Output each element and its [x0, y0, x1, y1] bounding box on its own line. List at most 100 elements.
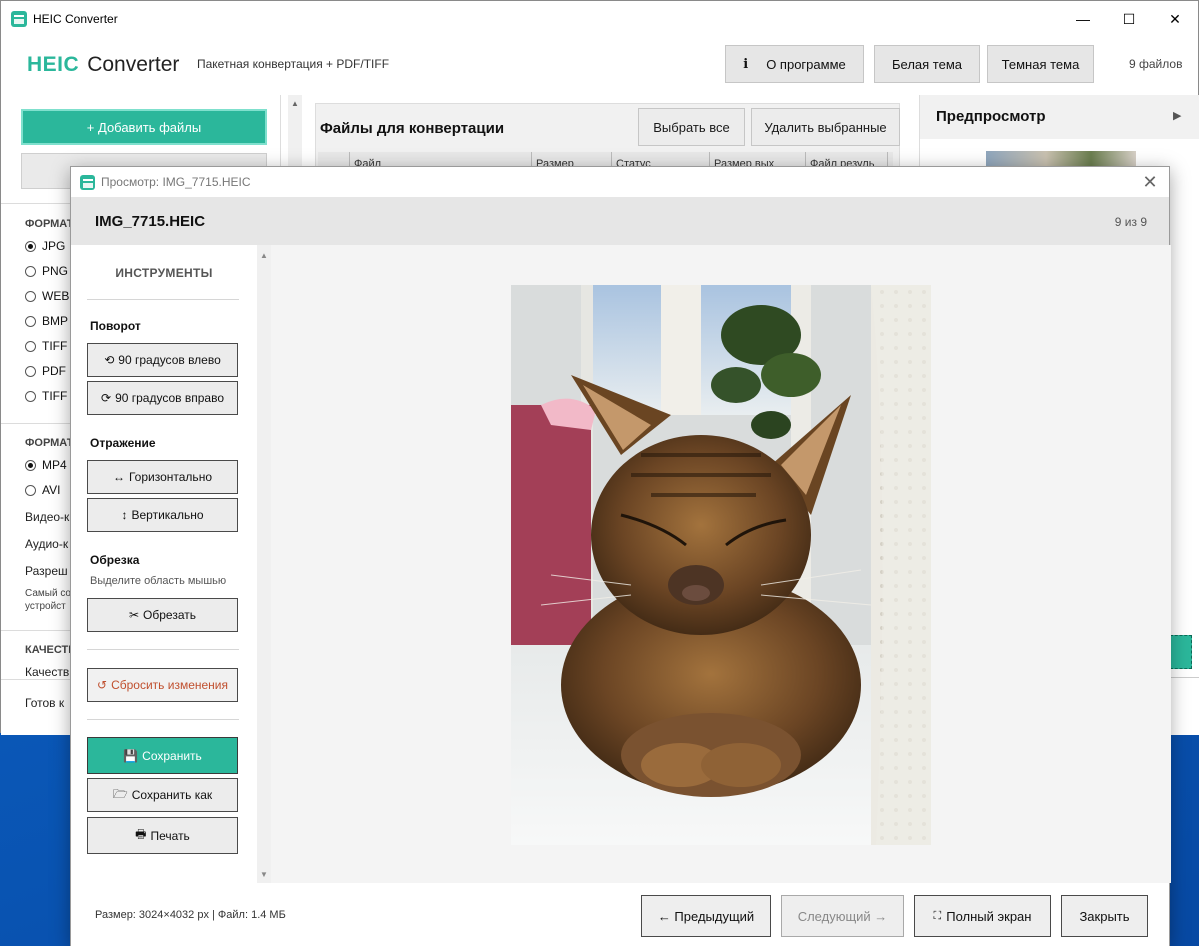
previous-button[interactable]: ← Предыдущий [641, 895, 771, 937]
radio-icon [25, 265, 36, 277]
next-button[interactable]: Следующий → [781, 895, 904, 937]
format-radio-jpg[interactable]: JPG [25, 239, 65, 253]
save-as-button[interactable]: 🗁 Сохранить как [87, 778, 238, 812]
image-format-heading: ФОРМАТ [25, 218, 74, 230]
crop-hint: Выделите область мышью [90, 575, 227, 587]
file-list-title: Файлы для конвертации [320, 120, 505, 137]
resolution-label: Разреш [25, 564, 68, 578]
file-name: IMG_7715.HEIC [95, 213, 206, 230]
format-radio-tiff-multi[interactable]: TIFF ( [25, 389, 75, 403]
reset-changes-button[interactable]: ↺ Сбросить изменения [87, 668, 238, 702]
brand-heic: HEIC [27, 53, 80, 76]
radio-label: TIFF [42, 339, 68, 353]
format-radio-bmp[interactable]: BMP [25, 314, 68, 328]
crop-button[interactable]: ✂ Обрезать [87, 598, 238, 632]
hint-line-2: устройст [25, 601, 66, 612]
app-subtitle: Пакетная конвертация + PDF/TIFF [197, 57, 390, 71]
dialog-title-bar[interactable]: Просмотр: IMG_7715.HEIC ✕ [71, 167, 1169, 197]
about-label: О программе [766, 56, 846, 72]
fullscreen-icon: ⛶ [933, 909, 942, 922]
radio-label: BMP [42, 314, 69, 328]
about-button[interactable]: i О программе [725, 45, 864, 83]
printer-icon: 🖶 [135, 827, 147, 841]
radio-icon [25, 290, 36, 302]
button-label: Полный экран [946, 908, 1032, 924]
info-icon: i [743, 56, 749, 72]
add-files-button[interactable]: + Добавить файлы [21, 109, 267, 145]
close-window-button[interactable]: ✕ [1152, 1, 1198, 37]
save-button[interactable]: 💾 Сохранить [87, 737, 238, 774]
video-format-heading: ФОРМАТ [25, 437, 74, 449]
button-label: Сохранить [142, 748, 202, 763]
scroll-up-icon[interactable]: ▲ [291, 99, 299, 108]
dialog-title: Просмотр: IMG_7715.HEIC [101, 175, 251, 189]
chevron-right-icon[interactable]: ▶ [1173, 109, 1181, 122]
divider [87, 719, 239, 720]
video-codec-label: Видео-к [25, 510, 70, 524]
quality-heading: КАЧЕСТВ [25, 644, 77, 656]
focused-action-button[interactable] [1170, 635, 1192, 669]
delete-selected-button[interactable]: Удалить выбранные [751, 108, 900, 146]
title-bar[interactable]: HEIC Converter — ☐ ✕ [1, 1, 1198, 37]
format-radio-mp4[interactable]: MP4 [25, 458, 67, 472]
window-title: HEIC Converter [33, 12, 118, 26]
files-count: 9 файлов [1129, 57, 1183, 71]
tools-panel: ИНСТРУМЕНТЫ Поворот ⟲ 90 градусов влево ⟳… [71, 245, 257, 883]
dialog-footer: Размер: 3024×4032 px | Файл: 1.4 МБ ← Пр… [71, 883, 1169, 946]
button-label: Обрезать [143, 608, 196, 622]
image-viewer[interactable] [271, 245, 1171, 883]
close-icon[interactable]: ✕ [1137, 169, 1163, 195]
format-radio-tiff[interactable]: TIFF [25, 339, 67, 353]
print-button[interactable]: 🖶 Печать [87, 817, 238, 854]
fullscreen-button[interactable]: ⛶ Полный экран [914, 895, 1051, 937]
reset-icon: ↺ [97, 678, 108, 692]
format-radio-avi[interactable]: AVI [25, 483, 60, 497]
crop-label: Обрезка [90, 553, 140, 567]
preview-dialog: Просмотр: IMG_7715.HEIC ✕ IMG_7715.HEIC … [70, 166, 1171, 946]
radio-icon [25, 390, 36, 402]
save-disk-icon: 💾 [123, 748, 139, 763]
radio-icon [25, 315, 36, 327]
app-header: HEIC Converter Пакетная конвертация + PDF… [1, 37, 1198, 95]
radio-label: JPG [42, 239, 66, 253]
flip-label: Отражение [90, 436, 156, 450]
light-theme-button[interactable]: Белая тема [874, 45, 980, 83]
scroll-down-icon[interactable]: ▼ [260, 870, 268, 879]
flip-horizontal-icon: ↔ [112, 470, 125, 484]
hint-line-1: Самый со [25, 588, 71, 599]
close-dialog-button[interactable]: Закрыть [1061, 895, 1148, 937]
rotate-left-button[interactable]: ⟲ 90 градусов влево [87, 343, 238, 377]
dark-theme-button[interactable]: Темная тема [987, 45, 1094, 83]
app-icon [80, 174, 95, 190]
radio-icon [25, 484, 36, 496]
radio-label: MP4 [42, 458, 67, 472]
rotate-right-button[interactable]: ⟳ 90 градусов вправо [87, 381, 238, 415]
format-radio-png[interactable]: PNG [25, 264, 68, 278]
quality-label: Качеств [25, 665, 70, 679]
scroll-up-icon[interactable]: ▲ [260, 251, 268, 260]
tools-scrollbar[interactable]: ▲ ▼ [257, 245, 271, 883]
flip-vertical-icon: ↕ [121, 508, 128, 522]
button-label: Сбросить изменения [111, 678, 228, 692]
radio-icon [25, 365, 36, 377]
minimize-button[interactable]: — [1060, 1, 1106, 37]
button-label: Горизонтально [128, 470, 212, 484]
flip-horizontal-button[interactable]: ↔ Горизонтально [87, 460, 238, 494]
brand-logo: HEIC Converter [27, 53, 179, 77]
window-controls: — ☐ ✕ [1060, 1, 1198, 37]
radio-icon [25, 340, 36, 352]
select-all-button[interactable]: Выбрать все [638, 108, 745, 146]
folder-icon: 🗁 [112, 786, 128, 801]
cat-photo-illustration [511, 285, 931, 845]
flip-vertical-button[interactable]: ↕ Вертикально [87, 498, 238, 532]
cat-photo[interactable] [511, 285, 931, 845]
scissors-icon: ✂ [128, 608, 140, 622]
maximize-button[interactable]: ☐ [1106, 1, 1152, 37]
image-info: Размер: 3024×4032 px | Файл: 1.4 МБ [95, 909, 286, 921]
divider [87, 649, 239, 650]
radio-icon [25, 459, 36, 471]
preview-thumbnail[interactable] [986, 151, 1136, 167]
format-radio-pdf[interactable]: PDF [25, 364, 66, 378]
brand-converter: Converter [87, 53, 180, 76]
button-label: 90 градусов влево [118, 353, 221, 367]
